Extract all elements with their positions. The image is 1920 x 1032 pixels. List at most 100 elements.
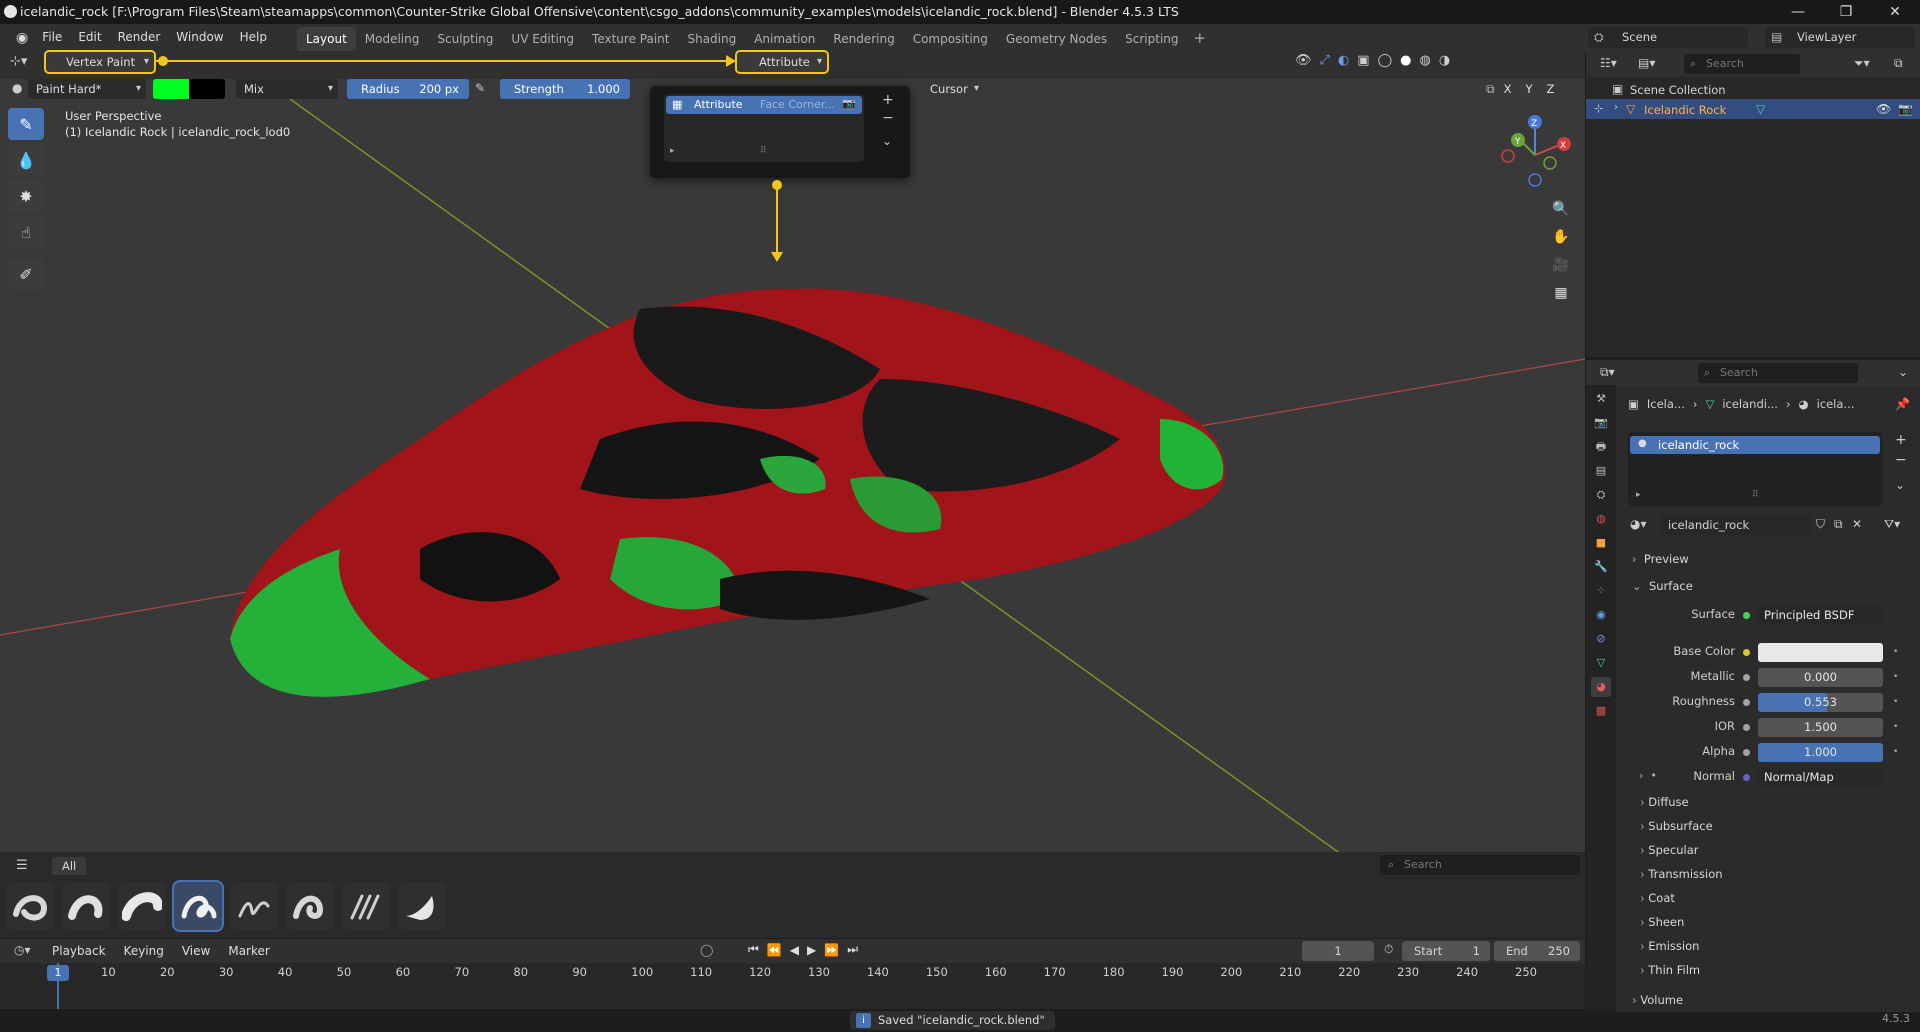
add-attribute-icon[interactable]: + [882, 92, 894, 108]
editor-type-icon[interactable]: ⊹▾ [10, 54, 27, 69]
outliner-editor-icon[interactable]: ☷▾ [1600, 56, 1617, 70]
properties-editor-icon[interactable]: ⧉▾ [1600, 365, 1615, 380]
surface-section-header[interactable]: ⌄ Surface [1632, 579, 1693, 593]
blender-menu-icon[interactable]: ◉ [10, 30, 34, 46]
tool-tab-icon[interactable]: ⚒ [1591, 389, 1611, 409]
brush-thumbnail-active[interactable] [172, 880, 224, 932]
timeline-area[interactable]: 10 20 30 40 50 60 70 80 90 100 110 120 130 140 150 160 1… [0, 963, 1585, 1009]
record-icon[interactable]: ◯ [700, 943, 713, 957]
brush-thumbnail[interactable] [118, 882, 166, 930]
subsection-specular[interactable]: › Specular [1640, 843, 1699, 857]
keyframe-dot-icon[interactable]: • [1893, 747, 1898, 757]
tab-scripting[interactable]: Scripting [1116, 27, 1187, 51]
display-mode-icon[interactable]: ▤▾ [1638, 56, 1655, 70]
view-layer-selector[interactable]: ▤ ViewLayer [1765, 27, 1915, 48]
constraints-tab-icon[interactable]: ⊘ [1591, 629, 1611, 649]
tab-geometry-nodes[interactable]: Geometry Nodes [997, 27, 1116, 51]
symmetry-x-button[interactable]: X [1498, 79, 1517, 99]
camera-icon[interactable]: 📷 [842, 97, 856, 110]
blur-tool-icon[interactable]: 💧 [8, 144, 44, 176]
timeline-view-menu[interactable]: View [174, 939, 218, 963]
world-tab-icon[interactable]: ◍ [1591, 509, 1611, 529]
add-workspace-icon[interactable]: + [1188, 29, 1213, 47]
menu-render[interactable]: Render [110, 24, 169, 51]
subsection-volume[interactable]: › Volume [1632, 993, 1683, 1007]
play-reverse-icon[interactable]: ◀ [790, 943, 799, 957]
brush-thumbnail[interactable] [398, 882, 446, 930]
remove-material-slot-icon[interactable]: − [1895, 452, 1907, 468]
menu-file[interactable]: File [34, 24, 70, 51]
outliner-search-input[interactable]: ⌕ Search [1684, 54, 1800, 74]
browse-material-icon[interactable]: ◕▾ [1630, 517, 1647, 531]
tab-modeling[interactable]: Modeling [356, 27, 429, 51]
brush-thumbnail[interactable] [6, 882, 54, 930]
draw-tool-icon[interactable]: ✎ [8, 108, 44, 140]
node-link-icon[interactable]: ⛛▾ [1884, 517, 1900, 532]
outliner-row-object[interactable]: ⊹ › ▽ Icelandic Rock ▽ 👁 📷 [1586, 99, 1920, 119]
material-field-value[interactable]: 0.553 [1758, 693, 1883, 712]
solid-shading-icon[interactable]: ● [1400, 53, 1411, 68]
properties-search-input[interactable]: ⌕ Search [1698, 363, 1858, 383]
start-frame-field[interactable]: Start 1 [1402, 941, 1490, 961]
material-field-value[interactable] [1758, 643, 1883, 662]
end-frame-field[interactable]: End 250 [1494, 941, 1580, 961]
attribute-menu-icon[interactable]: ⌄ [882, 134, 892, 148]
view-layer-tab-icon[interactable]: ▤ [1591, 461, 1611, 481]
tab-animation[interactable]: Animation [745, 27, 824, 51]
pin-icon[interactable]: 📌 [1895, 397, 1910, 411]
jump-end-icon[interactable]: ⏭ [847, 942, 858, 957]
scene-tab-icon[interactable]: ⛭ [1591, 485, 1611, 505]
material-name-field[interactable]: icelandic_rock [1660, 515, 1812, 535]
zoom-icon[interactable]: 🔍 [1547, 195, 1575, 223]
expand-arrow-icon[interactable]: › [1614, 102, 1618, 113]
jump-start-icon[interactable]: ⏮ [748, 942, 759, 957]
blend-mode-dropdown[interactable]: Mix [236, 79, 338, 99]
material-slot-item[interactable]: ● icelandic_rock [1630, 436, 1880, 454]
keyframe-dot-icon[interactable]: • [1893, 647, 1898, 657]
brush-thumbnail[interactable] [230, 882, 278, 930]
duplicate-material-icon[interactable]: ⧉ [1834, 517, 1843, 532]
shelf-search-input[interactable]: ⌕ Search [1380, 855, 1580, 875]
tab-texture-paint[interactable]: Texture Paint [583, 27, 678, 51]
subsection-emission[interactable]: › Emission [1640, 939, 1699, 953]
xray-icon[interactable]: ▣ [1357, 53, 1369, 68]
modifier-tab-icon[interactable]: 🔧 [1591, 557, 1611, 577]
expand-icon[interactable]: ▸ [1636, 490, 1641, 500]
menu-window[interactable]: Window [168, 24, 231, 51]
output-tab-icon[interactable]: 🖶 [1591, 437, 1611, 457]
tab-layout[interactable]: Layout [296, 27, 356, 51]
normal-expand-icon[interactable]: › • [1639, 769, 1657, 782]
overlay-icon[interactable]: ◐ [1338, 53, 1349, 68]
material-field-value[interactable]: 1.000 [1758, 743, 1883, 762]
mode-selector[interactable]: Vertex Paint [44, 50, 156, 74]
camera-view-icon[interactable]: 🎥 [1547, 251, 1575, 279]
eye-icon[interactable]: 👁 [1876, 102, 1891, 116]
brush-selector[interactable]: Paint Hard* [28, 79, 146, 99]
surface-shader-field[interactable]: Principled BSDF [1758, 606, 1883, 625]
subsection-sheen[interactable]: › Sheen [1640, 915, 1684, 929]
close-icon[interactable]: ✕ [1872, 0, 1918, 24]
physics-tab-icon[interactable]: ◉ [1591, 605, 1611, 625]
attribute-dropdown[interactable]: Attribute [735, 50, 829, 74]
menu-edit[interactable]: Edit [70, 24, 109, 51]
wireframe-shading-icon[interactable]: ◯ [1378, 53, 1393, 68]
3d-viewport[interactable]: User Perspective (1) Icelandic Rock | ic… [0, 79, 1585, 865]
outliner-row-collection[interactable]: ▣ Scene Collection [1586, 79, 1920, 99]
tab-uv-editing[interactable]: UV Editing [502, 27, 583, 51]
grid-view-icon[interactable]: ▦ [1547, 279, 1575, 307]
render-camera-icon[interactable]: 📷 [1898, 102, 1913, 116]
average-tool-icon[interactable]: ✸ [8, 180, 44, 212]
prev-keyframe-icon[interactable]: ⏪ [767, 943, 782, 957]
preview-section-header[interactable]: › Preview [1632, 552, 1689, 566]
material-field-value[interactable]: 0.000 [1758, 668, 1883, 687]
pan-icon[interactable]: ✋ [1547, 223, 1575, 251]
maximize-icon[interactable]: ❐ [1823, 0, 1869, 24]
texture-tab-icon[interactable]: ▩ [1591, 701, 1611, 721]
resize-handle-icon[interactable]: ⠿ [1752, 490, 1759, 500]
expand-icon[interactable]: ▸ [670, 146, 675, 156]
timeline-keying-menu[interactable]: Keying [116, 939, 172, 963]
play-icon[interactable]: ▶ [807, 943, 816, 957]
scene-selector[interactable]: ⛭ Scene [1588, 27, 1748, 48]
smear-tool-icon[interactable]: ☝ [8, 216, 44, 248]
primary-color-swatch[interactable] [153, 79, 189, 99]
